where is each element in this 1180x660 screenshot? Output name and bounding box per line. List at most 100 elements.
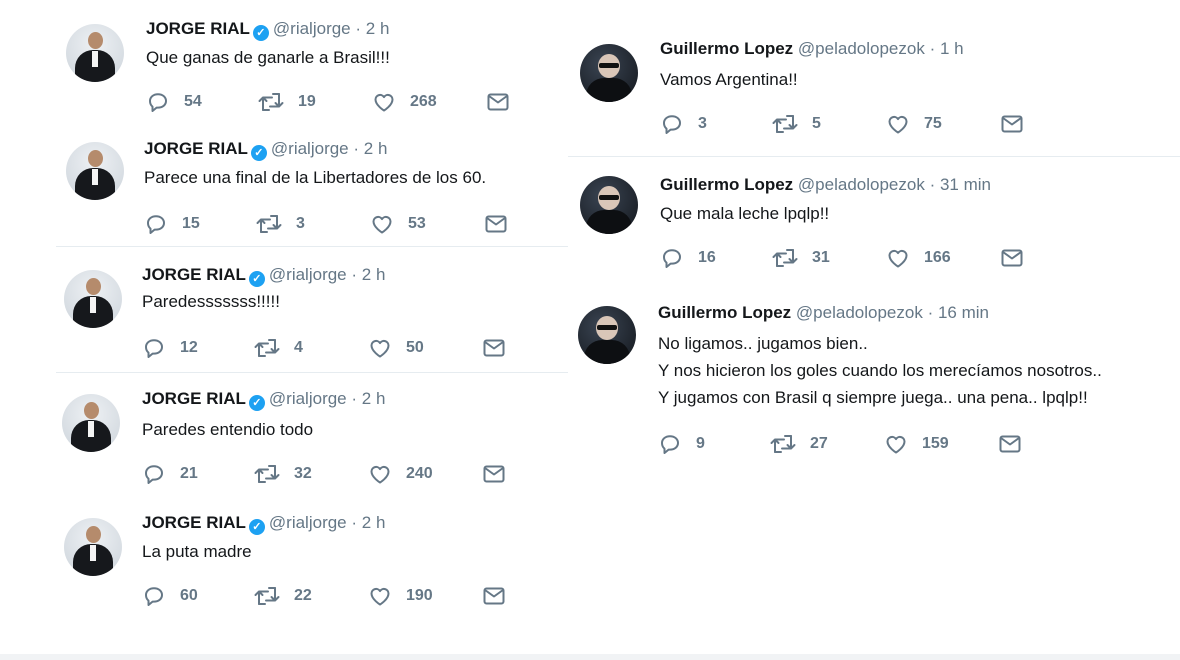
tweet: Guillermo Lopez @peladolopezok · 31 min Q… [568, 156, 1180, 290]
avatar[interactable] [64, 270, 122, 328]
retweet-button[interactable]: 32 [254, 462, 312, 486]
direct-message-button[interactable] [998, 432, 1022, 456]
avatar-glasses [597, 325, 617, 330]
avatar[interactable] [580, 176, 638, 234]
retweet-button[interactable]: 5 [772, 112, 821, 136]
reply-button[interactable]: 15 [144, 212, 200, 236]
author-handle[interactable]: @rialjorge [269, 389, 347, 408]
like-button[interactable]: 240 [368, 462, 433, 486]
author-name[interactable]: JORGE RIAL [146, 19, 250, 38]
envelope-icon [998, 432, 1022, 456]
reply-button[interactable]: 12 [142, 336, 198, 360]
tweet-timestamp[interactable]: 2 h [362, 389, 386, 408]
tweet-timestamp[interactable]: 2 h [362, 513, 386, 532]
avatar[interactable] [580, 44, 638, 102]
reply-button[interactable]: 16 [660, 246, 716, 270]
tweet-timestamp[interactable]: 2 h [364, 139, 388, 158]
tweet-header: JORGE RIAL ✓ @rialjorge · 2 h [144, 138, 387, 161]
reply-button[interactable]: 60 [142, 584, 198, 608]
reply-button[interactable]: 9 [658, 432, 705, 456]
direct-message-button[interactable] [482, 462, 506, 486]
tweet-header: Guillermo Lopez @peladolopezok · 16 min [658, 302, 989, 324]
reply-icon [144, 212, 168, 236]
author-name[interactable]: JORGE RIAL [142, 389, 246, 408]
author-handle[interactable]: @peladolopezok [798, 175, 925, 194]
tweet-timestamp[interactable]: 31 min [940, 175, 991, 194]
retweet-button[interactable]: 31 [772, 246, 830, 270]
separator-dot: · [353, 139, 360, 158]
tweet-timestamp[interactable]: 16 min [938, 303, 989, 322]
tweet-header: Guillermo Lopez @peladolopezok · 31 min [660, 174, 991, 196]
reply-button[interactable]: 54 [146, 90, 202, 114]
tweet: JORGE RIAL ✓ @rialjorge · 2 h Paredesssssss… [0, 248, 568, 372]
avatar[interactable] [64, 518, 122, 576]
like-count: 268 [410, 93, 437, 110]
avatar-head [86, 526, 101, 543]
author-handle[interactable]: @rialjorge [269, 513, 347, 532]
avatar-body [584, 340, 630, 364]
tweet-text: La puta madre [142, 538, 252, 565]
avatar[interactable] [66, 24, 124, 82]
author-name[interactable]: JORGE RIAL [142, 513, 246, 532]
reply-button[interactable]: 3 [660, 112, 707, 136]
reply-count: 21 [180, 465, 198, 482]
tweet-header: JORGE RIAL ✓ @rialjorge · 2 h [142, 388, 385, 411]
avatar-glasses [599, 195, 619, 200]
direct-message-button[interactable] [482, 584, 506, 608]
author-name[interactable]: JORGE RIAL [142, 265, 246, 284]
like-button[interactable]: 159 [884, 432, 949, 456]
retweet-button[interactable]: 19 [258, 90, 316, 114]
tweet-actions: 54 19 268 [146, 90, 546, 114]
like-count: 240 [406, 465, 433, 482]
tweet-text: Parece una final de la Libertadores de l… [144, 164, 486, 191]
tweet-text: No ligamos.. jugamos bien.. Y nos hiciero… [658, 330, 1102, 411]
avatar-shirt [88, 421, 94, 437]
retweet-button[interactable]: 3 [256, 212, 305, 236]
avatar[interactable] [578, 306, 636, 364]
author-name[interactable]: Guillermo Lopez [660, 175, 793, 194]
reply-button[interactable]: 21 [142, 462, 198, 486]
retweet-button[interactable]: 4 [254, 336, 303, 360]
like-button[interactable]: 75 [886, 112, 942, 136]
separator-dot: · [351, 513, 358, 532]
heart-icon [370, 212, 394, 236]
author-name[interactable]: Guillermo Lopez [658, 303, 791, 322]
tweet-timestamp[interactable]: 2 h [362, 265, 386, 284]
author-handle[interactable]: @rialjorge [269, 265, 347, 284]
like-button[interactable]: 166 [886, 246, 951, 270]
author-name[interactable]: Guillermo Lopez [660, 39, 793, 58]
tweet-actions: 16 31 166 [660, 246, 1060, 270]
tweet-text-line: Y nos hicieron los goles cuando los mere… [658, 361, 1102, 380]
direct-message-button[interactable] [1000, 112, 1024, 136]
retweet-icon [254, 584, 280, 608]
verified-badge-icon: ✓ [248, 271, 265, 287]
separator-dot: · [351, 265, 358, 284]
author-handle[interactable]: @peladolopezok [798, 39, 925, 58]
avatar[interactable] [62, 394, 120, 452]
retweet-button[interactable]: 27 [770, 432, 828, 456]
retweet-icon [772, 246, 798, 270]
direct-message-button[interactable] [1000, 246, 1024, 270]
like-button[interactable]: 190 [368, 584, 433, 608]
like-button[interactable]: 268 [372, 90, 437, 114]
envelope-icon [482, 584, 506, 608]
like-button[interactable]: 53 [370, 212, 426, 236]
tweet-header: Guillermo Lopez @peladolopezok · 1 h [660, 38, 964, 60]
author-handle[interactable]: @rialjorge [271, 139, 349, 158]
author-handle[interactable]: @rialjorge [273, 19, 351, 38]
author-handle[interactable]: @peladolopezok [796, 303, 923, 322]
like-button[interactable]: 50 [368, 336, 424, 360]
author-name[interactable]: JORGE RIAL [144, 139, 248, 158]
separator-dot: · [929, 175, 936, 194]
tweet: Guillermo Lopez @peladolopezok · 16 min N… [568, 290, 1180, 470]
direct-message-button[interactable] [484, 212, 508, 236]
avatar[interactable] [66, 142, 124, 200]
direct-message-button[interactable] [482, 336, 506, 360]
heart-icon [368, 336, 392, 360]
tweet-timestamp[interactable]: 2 h [366, 19, 390, 38]
direct-message-button[interactable] [486, 90, 510, 114]
retweet-button[interactable]: 22 [254, 584, 312, 608]
avatar-shirt [92, 51, 98, 67]
reply-count: 60 [180, 587, 198, 604]
tweet-timestamp[interactable]: 1 h [940, 39, 964, 58]
